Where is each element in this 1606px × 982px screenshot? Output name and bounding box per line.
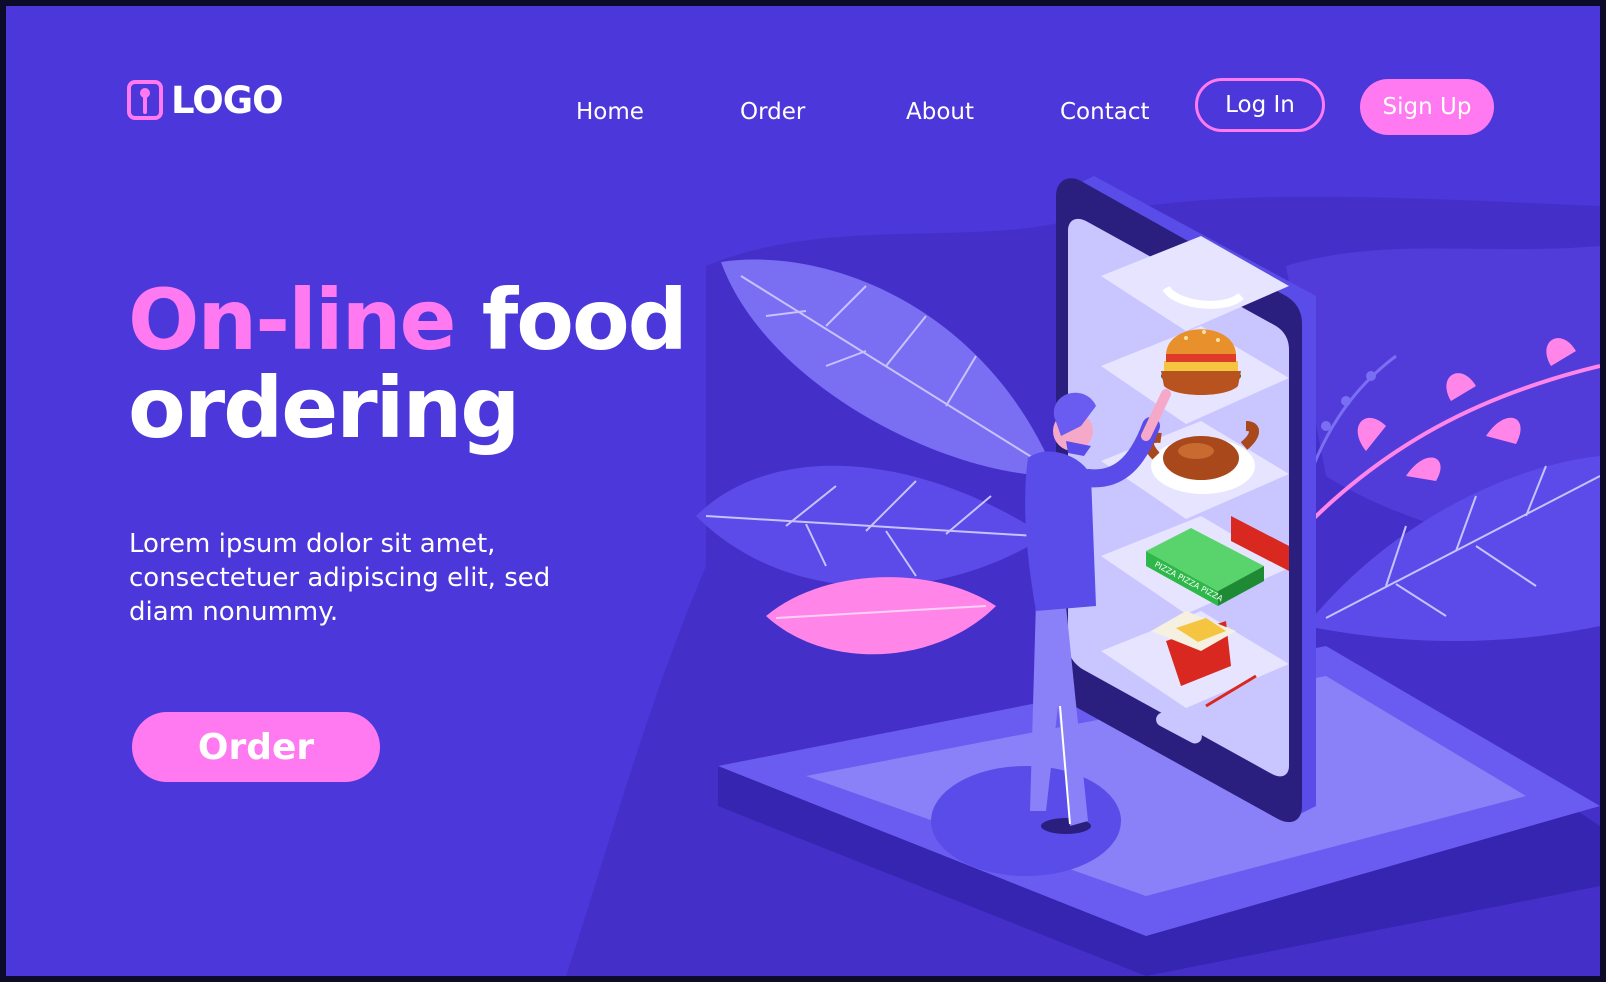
nav-contact[interactable]: Contact	[1060, 92, 1149, 132]
spoon-icon	[127, 80, 163, 120]
signup-button[interactable]: Sign Up	[1360, 79, 1494, 135]
nav-home[interactable]: Home	[576, 92, 644, 132]
logo[interactable]: LOGO	[127, 78, 284, 122]
food-ordering-illustration: PIZZA PIZZA PIZZA	[566, 176, 1600, 976]
hero-title-line1-rest: food	[481, 271, 688, 369]
burger-item	[1161, 329, 1241, 395]
order-button[interactable]: Order	[132, 712, 380, 782]
login-button[interactable]: Log In	[1195, 78, 1325, 132]
hero-title-line2: ordering	[128, 359, 520, 457]
hero-title: On-line food ordering	[128, 276, 688, 452]
nav-order[interactable]: Order	[740, 92, 805, 132]
nav-about[interactable]: About	[906, 92, 974, 132]
hero-title-accent: On-line	[128, 271, 456, 369]
landing-page: PIZZA PIZZA PIZZA LOGO Home Order About …	[0, 0, 1606, 982]
logo-text: LOGO	[171, 78, 284, 122]
hero-description: Lorem ipsum dolor sit amet, consectetuer…	[129, 529, 551, 627]
